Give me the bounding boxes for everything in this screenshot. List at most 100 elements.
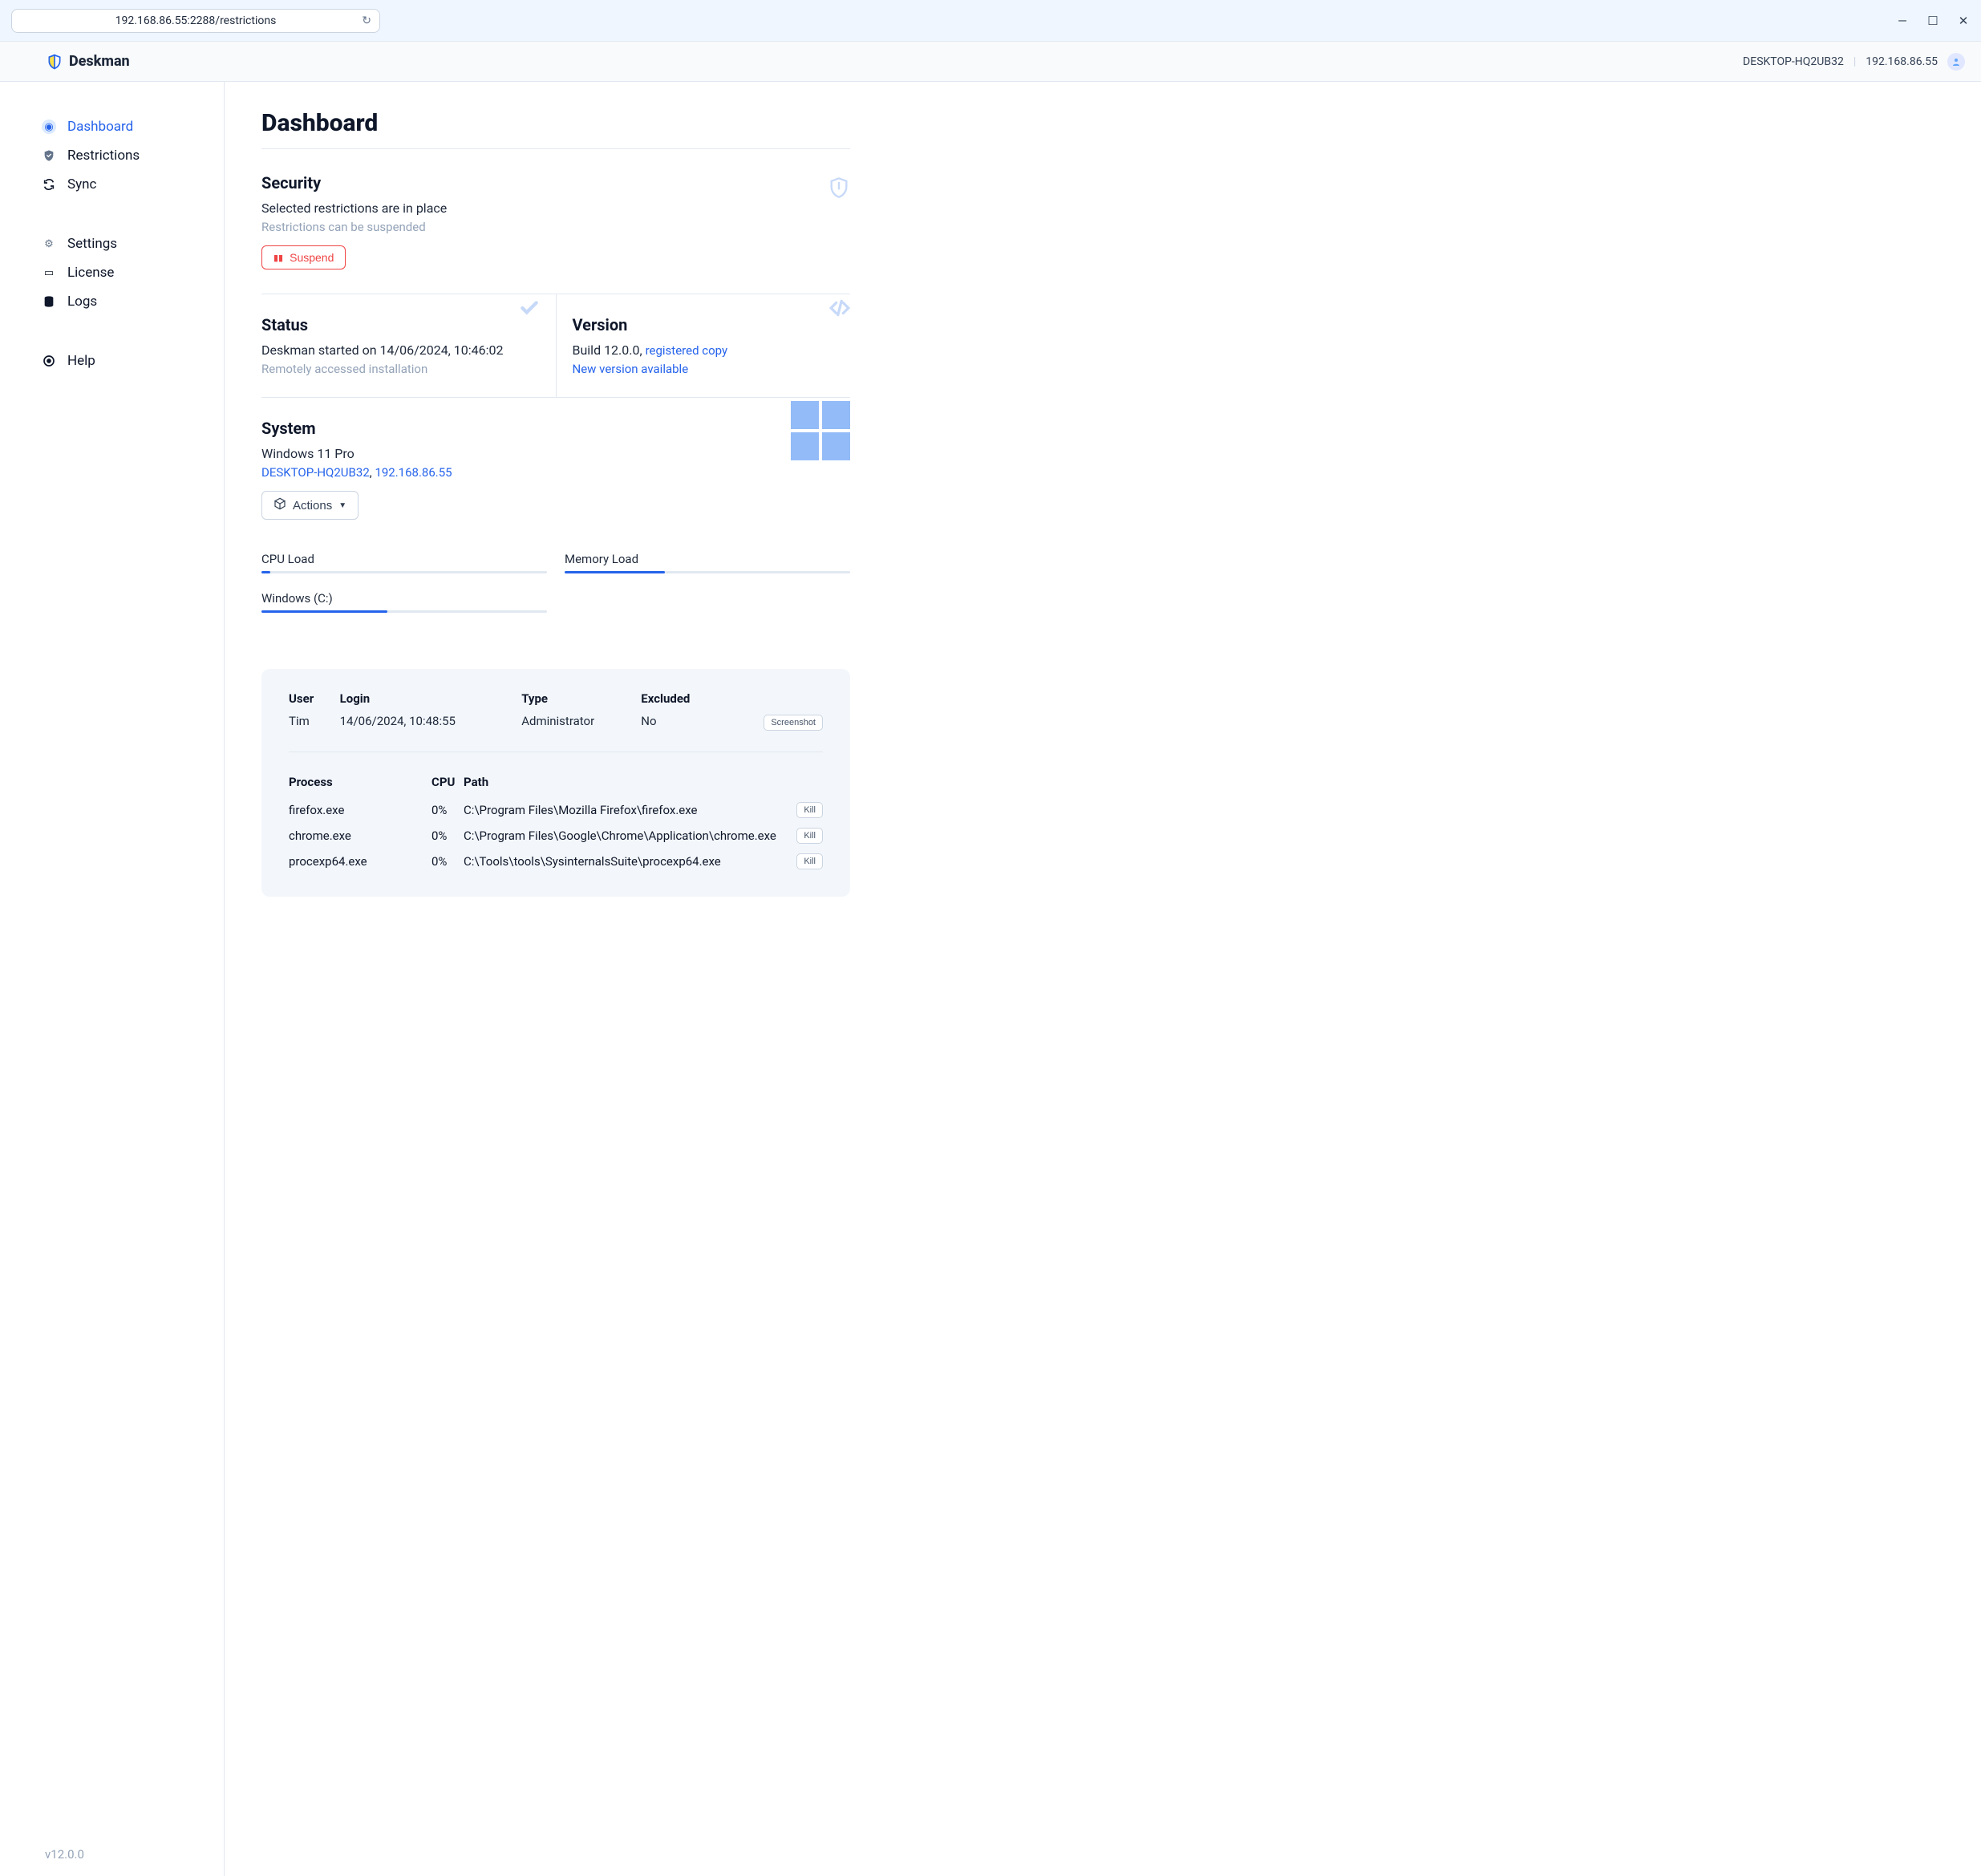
divider: | bbox=[1853, 55, 1856, 68]
suspend-label: Suspend bbox=[290, 251, 334, 264]
screenshot-button[interactable]: Screenshot bbox=[764, 715, 823, 731]
cube-icon bbox=[273, 497, 286, 513]
gauge-disk-label: Windows (C:) bbox=[261, 591, 547, 606]
td-user: Tim bbox=[289, 714, 340, 728]
shield-icon bbox=[47, 53, 63, 71]
actions-label: Actions bbox=[293, 499, 332, 513]
kill-button[interactable]: Kill bbox=[796, 828, 823, 844]
sync-icon bbox=[42, 177, 56, 192]
status-line1: Deskman started on 14/06/2024, 10:46:02 bbox=[261, 342, 540, 358]
main: Dashboard Security Selected restrictions… bbox=[225, 82, 882, 1876]
status-title: Status bbox=[261, 315, 540, 334]
th-process: Process bbox=[289, 775, 431, 789]
kill-button[interactable]: Kill bbox=[796, 802, 823, 818]
windows-logo-icon bbox=[791, 401, 850, 460]
version-footer: v12.0.0 bbox=[45, 1847, 84, 1862]
browser-chrome: 192.168.86.55:2288/restrictions ↻ — ☐ ✕ bbox=[0, 0, 1981, 42]
th-type: Type bbox=[521, 691, 641, 706]
table-row: chrome.exe0%C:\Program Files\Google\Chro… bbox=[289, 823, 823, 849]
topbar-right: DESKTOP-HQ2UB32 | 192.168.86.55 bbox=[1743, 53, 1965, 71]
compass-icon: ◉ bbox=[42, 120, 56, 134]
proc-cpu: 0% bbox=[431, 803, 464, 817]
header-ip: 192.168.86.55 bbox=[1866, 55, 1938, 68]
status-version-row: Status Deskman started on 14/06/2024, 10… bbox=[261, 294, 850, 397]
th-path: Path bbox=[464, 775, 783, 789]
kill-button[interactable]: Kill bbox=[796, 853, 823, 869]
user-icon bbox=[1951, 57, 1961, 67]
registered-copy-link[interactable]: registered copy bbox=[646, 343, 728, 358]
proc-path: C:\Program Files\Google\Chrome\Applicati… bbox=[464, 829, 783, 843]
shield-check-icon bbox=[42, 148, 56, 163]
sidebar-item-license[interactable]: ▭ License bbox=[42, 258, 224, 287]
shield-outline-icon bbox=[828, 176, 850, 202]
th-cpu: CPU bbox=[431, 775, 464, 789]
sidebar-item-label: Help bbox=[67, 353, 95, 369]
gauge-mem-label: Memory Load bbox=[565, 552, 850, 566]
gauge-cpu: CPU Load bbox=[261, 552, 547, 573]
database-icon bbox=[42, 294, 56, 309]
process-table: Process CPU Path firefox.exe0%C:\Program… bbox=[289, 770, 823, 874]
minimize-button[interactable]: — bbox=[1896, 14, 1909, 28]
td-login: 14/06/2024, 10:48:55 bbox=[340, 714, 522, 728]
sidebar-item-label: Dashboard bbox=[67, 119, 133, 135]
pause-icon: ▮▮ bbox=[273, 253, 283, 263]
th-login: Login bbox=[340, 691, 522, 706]
card-icon: ▭ bbox=[42, 265, 56, 280]
topbar: Deskman DESKTOP-HQ2UB32 | 192.168.86.55 bbox=[0, 42, 1981, 82]
proc-cpu: 0% bbox=[431, 829, 464, 843]
page-title: Dashboard bbox=[261, 109, 850, 149]
security-title: Security bbox=[261, 173, 850, 192]
sidebar-item-label: Restrictions bbox=[67, 148, 140, 164]
sidebar-item-sync[interactable]: Sync bbox=[42, 170, 224, 199]
proc-path: C:\Program Files\Mozilla Firefox\firefox… bbox=[464, 803, 783, 817]
proc-path: C:\Tools\tools\SysinternalsSuite\procexp… bbox=[464, 854, 783, 869]
system-ip-link[interactable]: 192.168.86.55 bbox=[375, 465, 452, 480]
window-controls: — ☐ ✕ bbox=[1896, 14, 1970, 28]
sidebar-item-settings[interactable]: ⚙ Settings bbox=[42, 229, 224, 258]
refresh-icon[interactable]: ↻ bbox=[362, 14, 371, 27]
security-line1: Selected restrictions are in place bbox=[261, 201, 850, 216]
proc-cpu: 0% bbox=[431, 854, 464, 869]
header-hostname: DESKTOP-HQ2UB32 bbox=[1743, 55, 1844, 68]
table-row: firefox.exe0%C:\Program Files\Mozilla Fi… bbox=[289, 797, 823, 823]
system-title: System bbox=[261, 419, 850, 438]
proc-name: chrome.exe bbox=[289, 829, 431, 843]
actions-button[interactable]: Actions ▼ bbox=[261, 491, 359, 520]
card-version: Version Build 12.0.0, registered copy Ne… bbox=[557, 294, 851, 397]
user-table: User Tim Login 14/06/2024, 10:48:55 Type… bbox=[289, 691, 823, 752]
td-type: Administrator bbox=[521, 714, 641, 728]
system-hostname-link[interactable]: DESKTOP-HQ2UB32 bbox=[261, 465, 370, 480]
gauge-mem: Memory Load bbox=[565, 552, 850, 573]
session-panel: User Tim Login 14/06/2024, 10:48:55 Type… bbox=[261, 669, 850, 897]
card-status: Status Deskman started on 14/06/2024, 10… bbox=[261, 294, 557, 397]
sidebar-item-dashboard[interactable]: ◉ Dashboard bbox=[42, 112, 224, 141]
gauge-cpu-label: CPU Load bbox=[261, 552, 547, 566]
maximize-button[interactable]: ☐ bbox=[1926, 14, 1939, 28]
avatar[interactable] bbox=[1947, 53, 1965, 71]
suspend-button[interactable]: ▮▮ Suspend bbox=[261, 245, 346, 269]
close-button[interactable]: ✕ bbox=[1957, 14, 1970, 28]
table-row: procexp64.exe0%C:\Tools\tools\Sysinterna… bbox=[289, 849, 823, 874]
sidebar-item-logs[interactable]: Logs bbox=[42, 287, 224, 316]
check-icon bbox=[519, 298, 540, 322]
chevron-down-icon: ▼ bbox=[338, 501, 346, 510]
system-os: Windows 11 Pro bbox=[261, 446, 850, 461]
brand-name: Deskman bbox=[69, 53, 130, 70]
sidebar-item-label: License bbox=[67, 265, 114, 281]
sidebar-item-help[interactable]: Help bbox=[42, 346, 224, 375]
url-text: 192.168.86.55:2288/restrictions bbox=[115, 14, 277, 27]
sidebar-item-restrictions[interactable]: Restrictions bbox=[42, 141, 224, 170]
code-icon bbox=[829, 298, 850, 322]
gauge-disk: Windows (C:) bbox=[261, 591, 547, 613]
new-version-link[interactable]: New version available bbox=[573, 362, 851, 376]
gauges: CPU Load Memory Load Windows (C:) bbox=[261, 552, 850, 613]
th-user: User bbox=[289, 691, 340, 706]
proc-name: firefox.exe bbox=[289, 803, 431, 817]
sidebar-item-label: Sync bbox=[67, 176, 96, 192]
version-build: Build 12.0.0, registered copy bbox=[573, 342, 851, 358]
card-security: Security Selected restrictions are in pl… bbox=[261, 173, 850, 294]
sidebar-item-label: Settings bbox=[67, 236, 117, 252]
address-bar[interactable]: 192.168.86.55:2288/restrictions ↻ bbox=[11, 9, 380, 33]
version-title: Version bbox=[573, 315, 851, 334]
brand[interactable]: Deskman bbox=[47, 53, 130, 71]
